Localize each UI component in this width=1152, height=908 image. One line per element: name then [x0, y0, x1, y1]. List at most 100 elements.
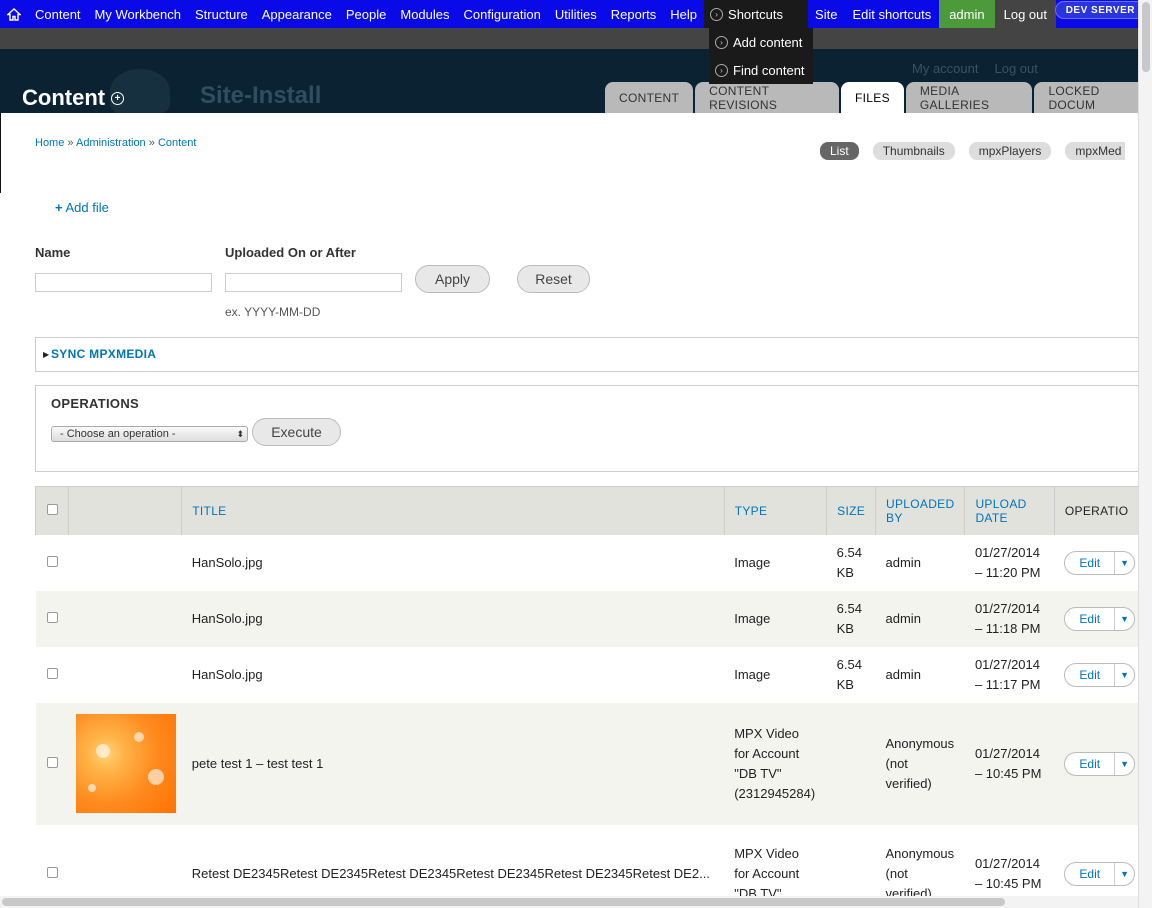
name-filter-label: Name: [35, 245, 71, 260]
row-checkbox[interactable]: [46, 556, 58, 567]
home-icon[interactable]: [0, 0, 28, 28]
select-arrows-icon: ⬍: [236, 429, 244, 439]
breadcrumb-content[interactable]: Content: [158, 137, 197, 149]
header-logout-link[interactable]: Log out: [994, 61, 1037, 76]
vertical-scroll-thumb[interactable]: [1142, 2, 1150, 72]
view-mpxmedia[interactable]: mpxMed: [1065, 142, 1126, 160]
secondary-links: My account Log out: [912, 61, 1038, 76]
table-row: HanSolo.jpg Image 6.54 KB admin 01/27/20…: [35, 534, 1145, 591]
upload-date-header[interactable]: UPLOAD DATE: [964, 486, 1055, 535]
tab-content-revisions[interactable]: CONTENT REVISIONS: [695, 82, 840, 113]
logout-link[interactable]: Log out: [994, 0, 1056, 28]
admin-toolbar: Content My Workbench Structure Appearanc…: [0, 0, 1152, 28]
my-account-link[interactable]: My account: [912, 61, 978, 76]
file-title-link[interactable]: pete test 1 – test test 1: [181, 702, 725, 825]
edit-button[interactable]: Edit ▼: [1064, 662, 1135, 687]
uploaded-by-link[interactable]: admin: [875, 590, 965, 647]
horizontal-scroll-thumb[interactable]: [2, 898, 1005, 906]
toolbar-utilities[interactable]: Utilities: [548, 0, 604, 28]
sync-mpxmedia-legend[interactable]: SYNC MPXMEDIA: [51, 347, 156, 361]
shortcut-arrow-icon: ›: [715, 63, 728, 77]
toolbar-appearance[interactable]: Appearance: [255, 0, 339, 28]
video-thumbnail-image[interactable]: [76, 714, 177, 813]
uploaded-by-link[interactable]: admin: [875, 646, 965, 703]
edit-button[interactable]: Edit ▼: [1064, 751, 1135, 776]
toolbar-site[interactable]: Site: [808, 0, 844, 28]
shortcuts-toggle[interactable]: › Shortcuts: [704, 0, 809, 28]
dropdown-arrow-icon[interactable]: ▼: [1115, 869, 1134, 879]
row-checkbox[interactable]: [46, 757, 58, 768]
dropdown-arrow-icon[interactable]: ▼: [1115, 614, 1134, 624]
uploaded-by-link[interactable]: admin: [875, 534, 965, 591]
site-name[interactable]: Site-Install: [200, 82, 321, 110]
shortcuts-label: Shortcuts: [728, 6, 783, 22]
file-type: Image: [724, 590, 827, 647]
vertical-scrollbar[interactable]: [1138, 0, 1152, 908]
row-checkbox[interactable]: [46, 612, 58, 623]
toolbar-help[interactable]: Help: [663, 0, 704, 28]
shortcut-add-content-label: Add content: [733, 34, 803, 50]
title-header[interactable]: TITLE: [181, 486, 725, 535]
shortcut-arrow-icon: ›: [710, 7, 724, 21]
collapsed-triangle-icon: ▶: [43, 350, 50, 359]
breadcrumb-administration[interactable]: Administration: [76, 137, 146, 149]
toolbar-modules[interactable]: Modules: [393, 0, 456, 28]
toolbar-content[interactable]: Content: [28, 0, 88, 28]
edit-button[interactable]: Edit ▼: [1064, 861, 1135, 886]
file-size: 6.54 KB: [826, 534, 876, 591]
operation-select[interactable]: - Choose an operation - ⬍: [51, 426, 248, 442]
row-checkbox[interactable]: [46, 867, 58, 878]
tab-files[interactable]: FILES: [841, 82, 904, 113]
dropdown-arrow-icon[interactable]: ▼: [1115, 670, 1134, 680]
apply-button[interactable]: Apply: [415, 265, 490, 293]
date-filter-input[interactable]: [225, 273, 402, 292]
view-thumbnails[interactable]: Thumbnails: [872, 142, 955, 160]
upload-date: 01/27/2014 – 10:45 PM: [964, 702, 1055, 825]
tab-content[interactable]: CONTENT: [605, 82, 694, 113]
edit-button[interactable]: Edit ▼: [1064, 550, 1135, 575]
dropdown-arrow-icon[interactable]: ▼: [1115, 558, 1134, 568]
uploaded-by-header[interactable]: UPLOADED BY: [875, 486, 965, 535]
toolbar-structure[interactable]: Structure: [188, 0, 255, 28]
execute-button[interactable]: Execute: [252, 418, 341, 446]
tab-media-galleries[interactable]: MEDIA GALLERIES: [905, 82, 1033, 113]
toolbar-reports[interactable]: Reports: [604, 0, 664, 28]
row-checkbox[interactable]: [46, 668, 58, 679]
file-size: [826, 702, 876, 825]
reset-button[interactable]: Reset: [517, 265, 590, 293]
name-filter-input[interactable]: [35, 273, 212, 292]
edit-button[interactable]: Edit ▼: [1064, 606, 1135, 631]
toolbar-configuration[interactable]: Configuration: [457, 0, 548, 28]
file-title-link[interactable]: HanSolo.jpg: [181, 590, 725, 647]
thumbnail-header: [67, 486, 182, 535]
admin-user-link[interactable]: admin: [939, 0, 995, 28]
shortcut-find-content[interactable]: › Find content: [709, 56, 813, 84]
toolbar-people[interactable]: People: [339, 0, 393, 28]
dropdown-arrow-icon[interactable]: ▼: [1115, 759, 1134, 769]
select-all-checkbox[interactable]: [47, 503, 58, 515]
operations-fieldset: OPERATIONS - Choose an operation - ⬍: [35, 385, 1145, 472]
view-list[interactable]: List: [820, 142, 859, 160]
edit-shortcuts-link[interactable]: Edit shortcuts: [844, 0, 939, 28]
row-select-cell: [35, 590, 69, 647]
size-header[interactable]: SIZE: [826, 486, 876, 535]
add-file-link[interactable]: + Add file: [55, 200, 109, 215]
upload-date: 01/27/2014 – 11:20 PM: [964, 534, 1055, 591]
view-mpxplayers[interactable]: mpxPlayers: [968, 142, 1052, 160]
toolbar-my-workbench[interactable]: My Workbench: [88, 0, 188, 28]
shortcut-find-content-label: Find content: [733, 62, 805, 78]
shortcut-add-content[interactable]: › Add content: [709, 28, 813, 56]
breadcrumb-home[interactable]: Home: [35, 137, 64, 149]
file-title-link[interactable]: HanSolo.jpg: [181, 534, 725, 591]
row-select-cell: [35, 702, 69, 825]
sync-mpxmedia-fieldset[interactable]: ▶ SYNC MPXMEDIA: [35, 337, 1145, 372]
date-filter-label: Uploaded On or After: [225, 245, 356, 260]
horizontal-scrollbar[interactable]: [0, 896, 1138, 908]
add-file-label: Add file: [65, 200, 109, 215]
type-header[interactable]: TYPE: [723, 486, 827, 535]
dev-server-badge: DEV SERVER: [1054, 1, 1146, 19]
add-shortcut-icon[interactable]: +: [111, 91, 125, 105]
breadcrumb-separator: »: [67, 137, 74, 149]
tab-locked-documents[interactable]: LOCKED DOCUM: [1034, 82, 1152, 113]
file-title-link[interactable]: HanSolo.jpg: [181, 646, 725, 703]
